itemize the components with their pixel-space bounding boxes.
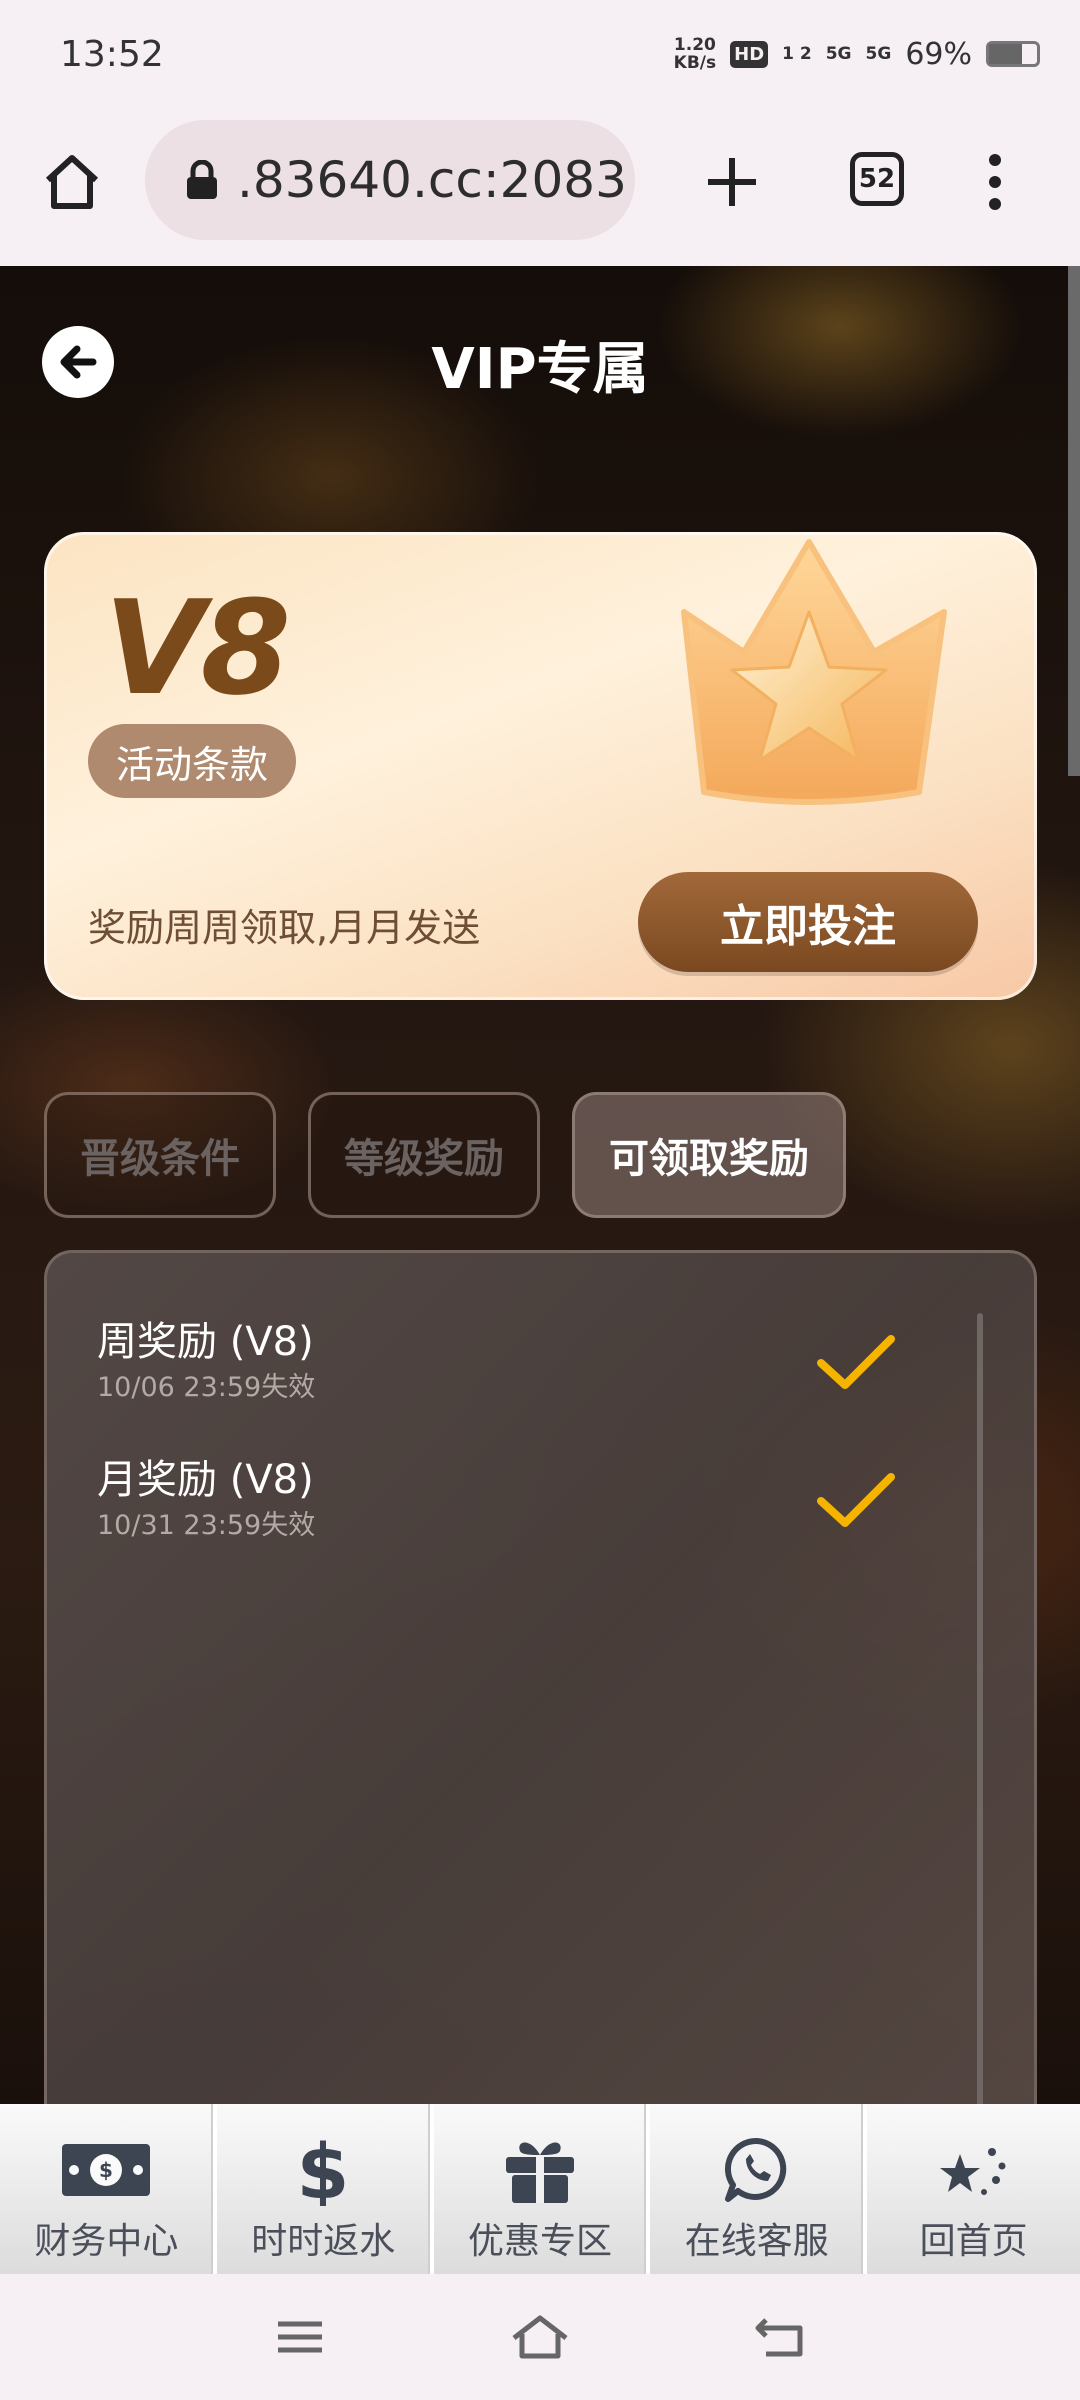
plus-icon — [708, 158, 756, 206]
browser-toolbar: .83640.cc:2083 52 — [0, 110, 1080, 266]
bet-now-button[interactable]: 立即投注 — [638, 872, 978, 972]
checkmark-icon — [817, 1473, 895, 1527]
status-icons: 1.20 KB/s HD 1 2 5G 5G 69% — [674, 36, 1040, 72]
lock-icon — [187, 160, 217, 199]
nav-label: 优惠专区 — [467, 2221, 612, 2262]
tab-upgrade-conditions[interactable]: 晋级条件 — [44, 1092, 276, 1218]
whatsapp-icon — [711, 2134, 803, 2206]
back-nav-icon[interactable] — [752, 2312, 812, 2362]
gift-icon — [494, 2134, 586, 2206]
web-content: VIP专属 V8 活动条款 奖励周周领取,月月发送 立即投注 晋级条件 等级奖励… — [0, 266, 1080, 2104]
hd-voice-icon: HD — [730, 40, 769, 68]
reward-expiry: 10/06 23:59失效 — [97, 1372, 316, 1403]
tab-switcher-button[interactable]: 52 — [850, 152, 904, 206]
reward-title: 月奖励 (V8) — [97, 1457, 314, 1503]
vip-level: V8 — [104, 572, 291, 724]
page-title: VIP专属 — [431, 337, 649, 402]
svg-text:$: $ — [297, 2134, 350, 2206]
nav-label: 回首页 — [919, 2221, 1028, 2262]
reward-note: 奖励周周领取,月月发送 — [88, 906, 481, 950]
rewards-panel: 周奖励 (V8) 10/06 23:59失效 月奖励 (V8) 10/31 23… — [44, 1250, 1037, 2104]
panel-scrollbar[interactable] — [977, 1313, 983, 2104]
status-bar: 13:52 1.20 KB/s HD 1 2 5G 5G 69% — [0, 0, 1080, 110]
menu-icon[interactable] — [270, 2312, 330, 2362]
signal-5g-icon: 5G — [825, 44, 852, 64]
reward-row-weekly[interactable]: 周奖励 (V8) 10/06 23:59失效 — [97, 1309, 937, 1419]
nav-label: 时时返水 — [251, 2221, 396, 2262]
vip-card: V8 活动条款 奖励周周领取,月月发送 立即投注 — [44, 532, 1037, 1000]
status-time: 13:52 — [60, 34, 164, 75]
browser-home-button[interactable] — [40, 150, 104, 214]
home-icon — [45, 155, 99, 209]
new-tab-button[interactable] — [700, 150, 764, 214]
url-text: .83640.cc:2083 — [237, 151, 627, 209]
terms-button[interactable]: 活动条款 — [88, 724, 296, 798]
address-bar[interactable]: .83640.cc:2083 — [145, 120, 635, 240]
reward-title: 周奖励 (V8) — [97, 1319, 314, 1365]
network-speed: 1.20 KB/s — [673, 35, 717, 73]
nav-label: 财务中心 — [34, 2221, 179, 2262]
battery-level — [989, 44, 1023, 64]
battery-icon — [986, 41, 1040, 67]
more-vertical-icon — [989, 154, 1001, 210]
svg-text:$: $ — [99, 2158, 113, 2182]
tab-level-rewards[interactable]: 等级奖励 — [308, 1092, 540, 1218]
checkmark-icon — [817, 1335, 895, 1389]
crown-star-icon — [681, 539, 947, 805]
sim-slots-label: 1 2 — [782, 44, 812, 64]
home-nav-icon[interactable] — [510, 2312, 570, 2362]
nav-home[interactable]: 回首页 — [867, 2104, 1080, 2274]
bottom-nav: $ 财务中心 $ 时时返水 优惠专区 在线客服 回首页 — [0, 2104, 1080, 2274]
signal-5g-icon-2: 5G — [865, 44, 892, 64]
battery-percent: 69% — [905, 36, 972, 72]
reward-expiry: 10/31 23:59失效 — [97, 1510, 316, 1541]
nav-rebate[interactable]: $ 时时返水 — [217, 2104, 434, 2274]
nav-promotions[interactable]: 优惠专区 — [434, 2104, 651, 2274]
money-bill-icon: $ — [60, 2134, 152, 2206]
tab-claimable-rewards[interactable]: 可领取奖励 — [572, 1092, 846, 1218]
dollar-icon: $ — [277, 2134, 369, 2206]
system-nav-bar — [0, 2274, 1080, 2400]
nav-finance-center[interactable]: $ 财务中心 — [0, 2104, 217, 2274]
stars-icon — [928, 2134, 1020, 2206]
nav-customer-service[interactable]: 在线客服 — [650, 2104, 868, 2274]
browser-menu-button[interactable] — [975, 152, 1015, 212]
reward-row-monthly[interactable]: 月奖励 (V8) 10/31 23:59失效 — [97, 1447, 937, 1557]
nav-label: 在线客服 — [684, 2221, 829, 2262]
